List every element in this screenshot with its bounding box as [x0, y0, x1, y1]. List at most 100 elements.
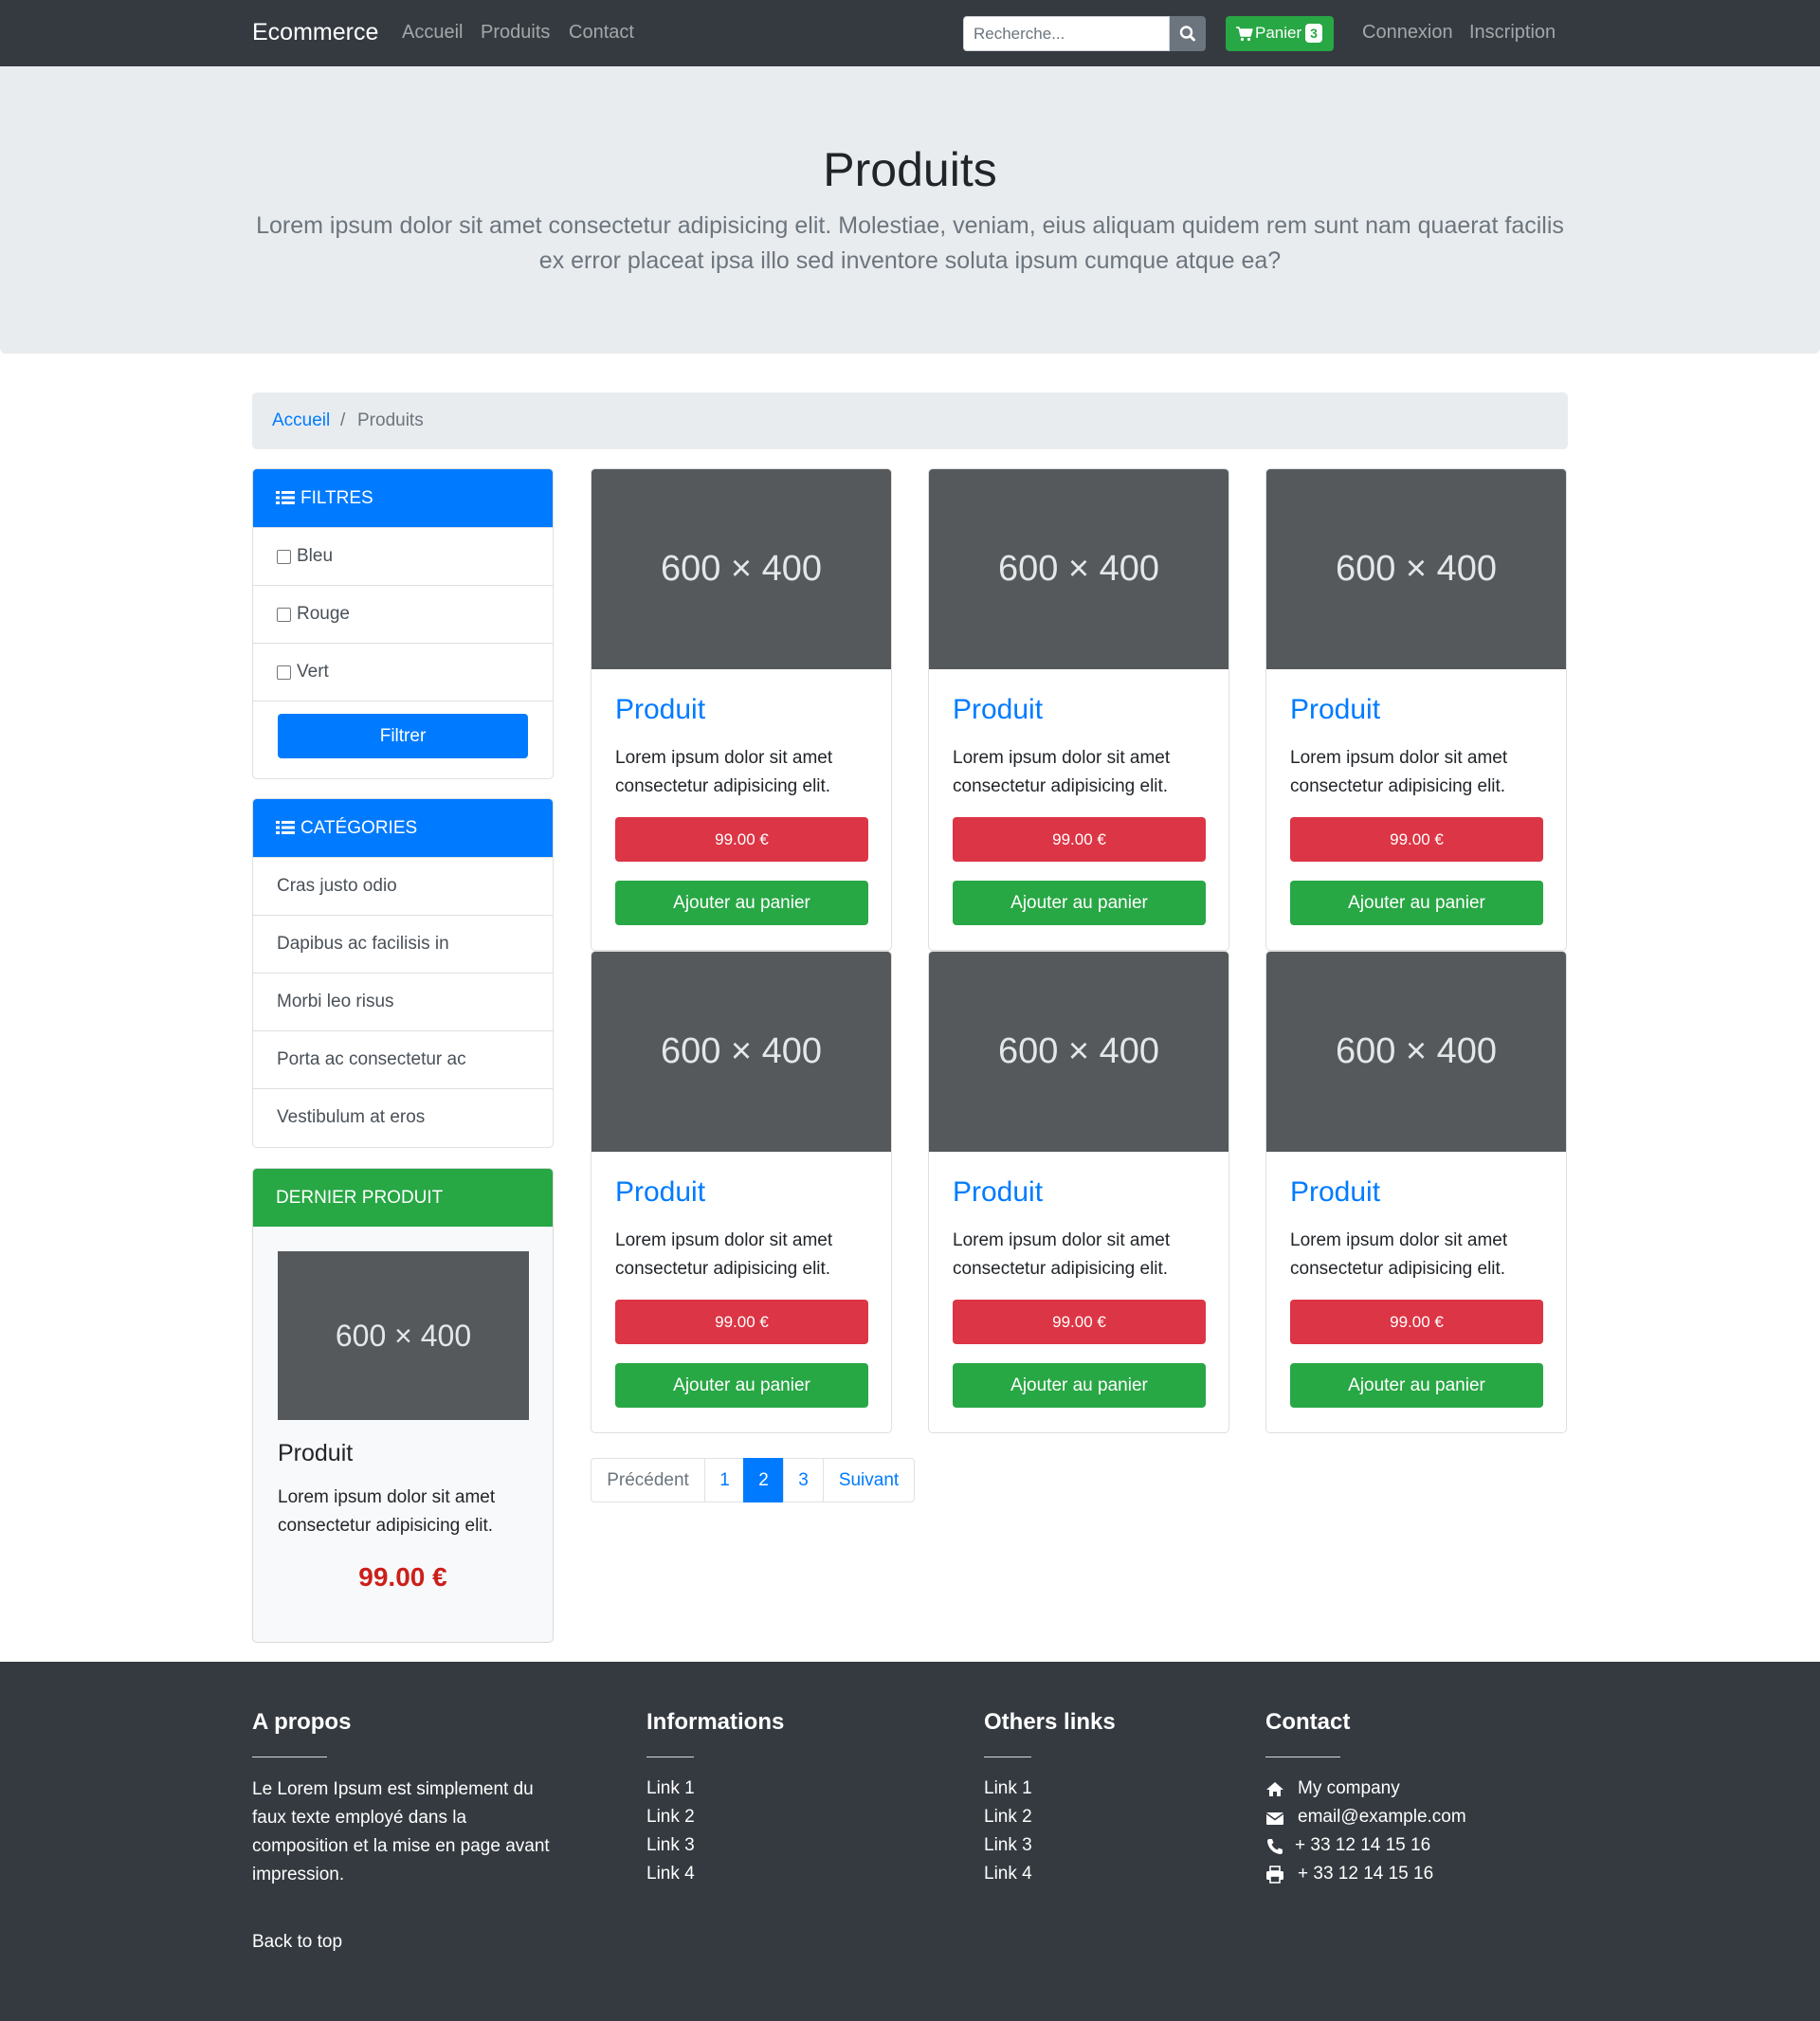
filter-button[interactable]: Filtrer [278, 714, 528, 758]
product-image[interactable]: 600 × 400 [1266, 469, 1566, 669]
latest-product-card: DERNIER PRODUIT 600 × 400 Produit Lorem … [252, 1168, 554, 1643]
add-to-cart-button[interactable]: Ajouter au panier [615, 1363, 868, 1408]
product-price-button[interactable]: 99.00 € [953, 1300, 1206, 1344]
navbar-brand[interactable]: Ecommerce [252, 19, 378, 46]
latest-product-image: 600 × 400 [278, 1251, 529, 1420]
category-item[interactable]: Cras justo odio [253, 857, 553, 915]
pagination-page-1[interactable]: 1 [704, 1458, 745, 1502]
category-label: Vestibulum at eros [277, 1107, 426, 1127]
filter-label: Bleu [297, 546, 334, 566]
product-title-link[interactable]: Produit [1290, 694, 1380, 726]
product-description: Lorem ipsum dolor sit amet consectetur a… [615, 1230, 833, 1279]
add-to-cart-button[interactable]: Ajouter au panier [1290, 1363, 1543, 1408]
footer-link[interactable]: Link 3 [984, 1835, 1032, 1856]
category-item[interactable]: Porta ac consectetur ac [253, 1030, 553, 1088]
filter-checkbox-bleu[interactable] [277, 550, 291, 564]
product-price-button[interactable]: 99.00 € [1290, 817, 1543, 862]
product-image[interactable]: 600 × 400 [592, 952, 891, 1152]
search-icon [1179, 26, 1195, 42]
product-card: 600 × 400 Produit Lorem ipsum dolor sit … [591, 951, 892, 1433]
nav-link-accueil[interactable]: Accueil [402, 22, 463, 44]
product-price-button[interactable]: 99.00 € [615, 817, 868, 862]
contact-email[interactable]: email@example.com [1298, 1807, 1466, 1828]
filters-title: FILTRES [300, 488, 373, 508]
pagination-page-3[interactable]: 3 [783, 1458, 824, 1502]
filter-checkbox-vert[interactable] [277, 665, 291, 680]
footer-about-text: Le Lorem Ipsum est simplement du faux te… [252, 1779, 550, 1884]
footer-about-title: A propos [252, 1709, 352, 1735]
list-icon [276, 821, 295, 834]
product-title-link[interactable]: Produit [953, 694, 1043, 726]
login-link[interactable]: Connexion [1362, 22, 1453, 44]
breadcrumb-separator: / [340, 410, 346, 430]
product-card: 600 × 400 Produit Lorem ipsum dolor sit … [1265, 951, 1567, 1433]
filter-label: Rouge [297, 604, 350, 624]
breadcrumb-home-link[interactable]: Accueil [272, 410, 330, 431]
product-card: 600 × 400 Produit Lorem ipsum dolor sit … [928, 951, 1229, 1433]
footer-link[interactable]: Link 3 [646, 1835, 695, 1856]
cart-button[interactable]: Panier 3 [1226, 16, 1334, 51]
contact-phone: + 33 12 14 15 16 [1295, 1835, 1431, 1855]
product-title-link[interactable]: Produit [1290, 1176, 1380, 1209]
pagination-page-2[interactable]: 2 [743, 1458, 784, 1502]
product-title-link[interactable]: Produit [953, 1176, 1043, 1209]
nav-link-produits[interactable]: Produits [481, 22, 550, 44]
latest-product-header: DERNIER PRODUIT [253, 1169, 553, 1227]
category-label: Cras justo odio [277, 876, 397, 896]
nav-link-contact[interactable]: Contact [569, 22, 634, 44]
category-label: Dapibus ac facilisis in [277, 934, 449, 954]
product-image[interactable]: 600 × 400 [592, 469, 891, 669]
product-image[interactable]: 600 × 400 [929, 469, 1228, 669]
pagination-previous[interactable]: Précédent [591, 1458, 705, 1502]
category-item[interactable]: Morbi leo risus [253, 973, 553, 1030]
product-description: Lorem ipsum dolor sit amet consectetur a… [953, 748, 1171, 796]
filters-card-header: FILTRES [253, 469, 553, 527]
add-to-cart-button[interactable]: Ajouter au panier [953, 881, 1206, 925]
product-title-link[interactable]: Produit [615, 1176, 705, 1209]
footer-link[interactable]: Link 2 [984, 1807, 1032, 1828]
product-description: Lorem ipsum dolor sit amet consectetur a… [615, 748, 833, 796]
footer-link[interactable]: Link 2 [646, 1807, 695, 1828]
product-price-button[interactable]: 99.00 € [615, 1300, 868, 1344]
product-image[interactable]: 600 × 400 [1266, 952, 1566, 1152]
back-to-top-link[interactable]: Back to top [252, 1932, 342, 1953]
add-to-cart-button[interactable]: Ajouter au panier [615, 881, 868, 925]
filter-option-rouge: Rouge [253, 585, 553, 643]
pagination-next[interactable]: Suivant [823, 1458, 915, 1502]
product-card: 600 × 400 Produit Lorem ipsum dolor sit … [591, 468, 892, 951]
category-item[interactable]: Vestibulum at eros [253, 1088, 553, 1146]
latest-product-name: Produit [278, 1440, 354, 1466]
hero-jumbotron: Produits Lorem ipsum dolor sit amet cons… [0, 66, 1820, 354]
cart-count-badge: 3 [1305, 24, 1322, 43]
footer-link[interactable]: Link 4 [646, 1864, 695, 1884]
product-title-link[interactable]: Produit [615, 694, 705, 726]
register-link[interactable]: Inscription [1469, 22, 1556, 44]
product-price-button[interactable]: 99.00 € [953, 817, 1206, 862]
category-item[interactable]: Dapibus ac facilisis in [253, 915, 553, 973]
search-input[interactable] [963, 16, 1170, 51]
latest-product-title: DERNIER PRODUIT [276, 1188, 444, 1208]
latest-product-description: Lorem ipsum dolor sit amet consectetur a… [278, 1487, 496, 1536]
add-to-cart-button[interactable]: Ajouter au panier [953, 1363, 1206, 1408]
phone-icon [1267, 1839, 1283, 1854]
footer-link[interactable]: Link 1 [984, 1778, 1032, 1799]
product-description: Lorem ipsum dolor sit amet consectetur a… [1290, 1230, 1508, 1279]
product-card: 600 × 400 Produit Lorem ipsum dolor sit … [928, 468, 1229, 951]
contact-company: My company [1298, 1778, 1400, 1798]
product-description: Lorem ipsum dolor sit amet consectetur a… [953, 1230, 1171, 1279]
breadcrumb-current: Produits [357, 410, 424, 430]
footer: A propos Le Lorem Ipsum est simplement d… [0, 1662, 1820, 2021]
product-description: Lorem ipsum dolor sit amet consectetur a… [1290, 748, 1508, 796]
filter-checkbox-rouge[interactable] [277, 608, 291, 622]
footer-link[interactable]: Link 1 [646, 1778, 695, 1799]
category-label: Porta ac consectetur ac [277, 1049, 466, 1069]
product-card: 600 × 400 Produit Lorem ipsum dolor sit … [1265, 468, 1567, 951]
categories-card: CATÉGORIES Cras justo odio Dapibus ac fa… [252, 798, 554, 1148]
search-button[interactable] [1170, 16, 1206, 51]
category-label: Morbi leo risus [277, 992, 394, 1011]
product-price-button[interactable]: 99.00 € [1290, 1300, 1543, 1344]
contact-fax: + 33 12 14 15 16 [1298, 1864, 1434, 1884]
add-to-cart-button[interactable]: Ajouter au panier [1290, 881, 1543, 925]
product-image[interactable]: 600 × 400 [929, 952, 1228, 1152]
footer-link[interactable]: Link 4 [984, 1864, 1032, 1884]
